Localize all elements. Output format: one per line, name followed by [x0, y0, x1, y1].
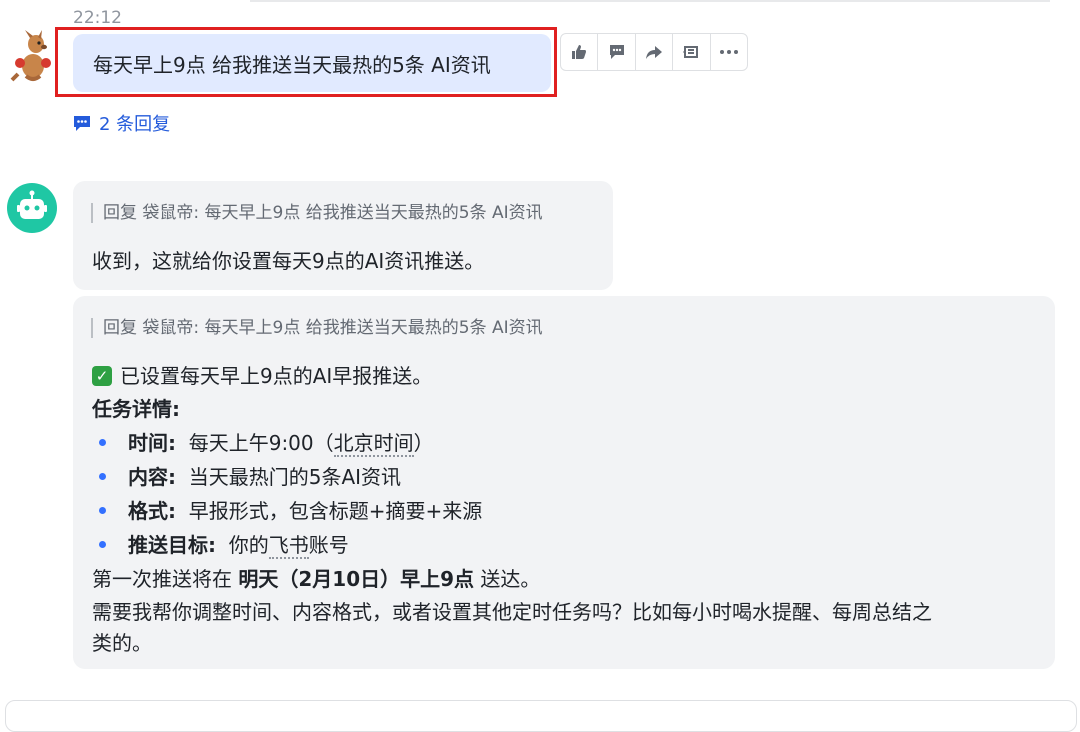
user-message-text: 每天早上9点 给我推送当天最热的5条 AI资讯 [93, 53, 491, 77]
details-title: 任务详情: [92, 397, 180, 421]
reply-count: 2 条回复 [99, 114, 171, 135]
feishu-link[interactable]: 飞书 [268, 533, 309, 559]
bullet-icon [99, 507, 106, 514]
forward-icon[interactable] [636, 34, 674, 70]
bullet-icon [99, 439, 106, 446]
quoted-reply: 回复 袋鼠帝: 每天早上9点 给我推送当天最热的5条 AI资讯 [91, 203, 543, 223]
bullet-icon [99, 541, 106, 548]
bot-avatar[interactable] [7, 183, 57, 233]
bot-reply-text: 收到，这就给你设置每天9点的AI资讯推送。 [92, 249, 485, 273]
user-avatar[interactable] [8, 30, 58, 82]
thread-replies-link[interactable]: 2 条回复 [73, 110, 170, 136]
user-message-bubble[interactable]: 每天早上9点 给我推送当天最热的5条 AI资讯 [73, 34, 551, 92]
message-timestamp: 22:12 [73, 8, 122, 28]
more-icon[interactable] [711, 34, 747, 70]
message-input[interactable] [5, 700, 1077, 732]
list-item: 推送目标: 你的飞书账号 [99, 529, 349, 559]
pin-icon[interactable] [673, 34, 711, 70]
check-mark-icon: ✓ [92, 365, 112, 386]
list-item: 时间: 每天上午9:00（北京时间） [99, 427, 434, 457]
bot-reply-bubble-1[interactable]: 回复 袋鼠帝: 每天早上9点 给我推送当天最热的5条 AI资讯 收到，这就给你设… [73, 181, 613, 290]
comment-icon[interactable] [598, 34, 636, 70]
top-divider [250, 0, 1050, 2]
thumbs-up-icon[interactable] [561, 34, 599, 70]
message-action-bar [560, 33, 748, 71]
followup-line-2: 类的。 [92, 631, 152, 655]
timezone-link[interactable]: 北京时间 [333, 431, 414, 457]
confirm-line: ✓ 已设置每天早上9点的AI早报推送。 [92, 360, 432, 389]
bot-reply-bubble-2[interactable]: 回复 袋鼠帝: 每天早上9点 给我推送当天最热的5条 AI资讯 ✓ 已设置每天早上… [73, 296, 1055, 669]
reply-thread-icon [74, 116, 90, 131]
first-push-line: 第一次推送将在 明天（2月10日）早上9点 送达。 [92, 567, 541, 591]
quoted-reply: 回复 袋鼠帝: 每天早上9点 给我推送当天最热的5条 AI资讯 [91, 318, 543, 338]
list-item: 内容: 当天最热门的5条AI资讯 [99, 461, 401, 490]
bullet-icon [99, 473, 106, 480]
list-item: 格式: 早报形式，包含标题+摘要+来源 [99, 495, 482, 524]
followup-line-1: 需要我帮你调整时间、内容格式，或者设置其他定时任务吗？比如每小时喝水提醒、每周总… [92, 600, 932, 624]
